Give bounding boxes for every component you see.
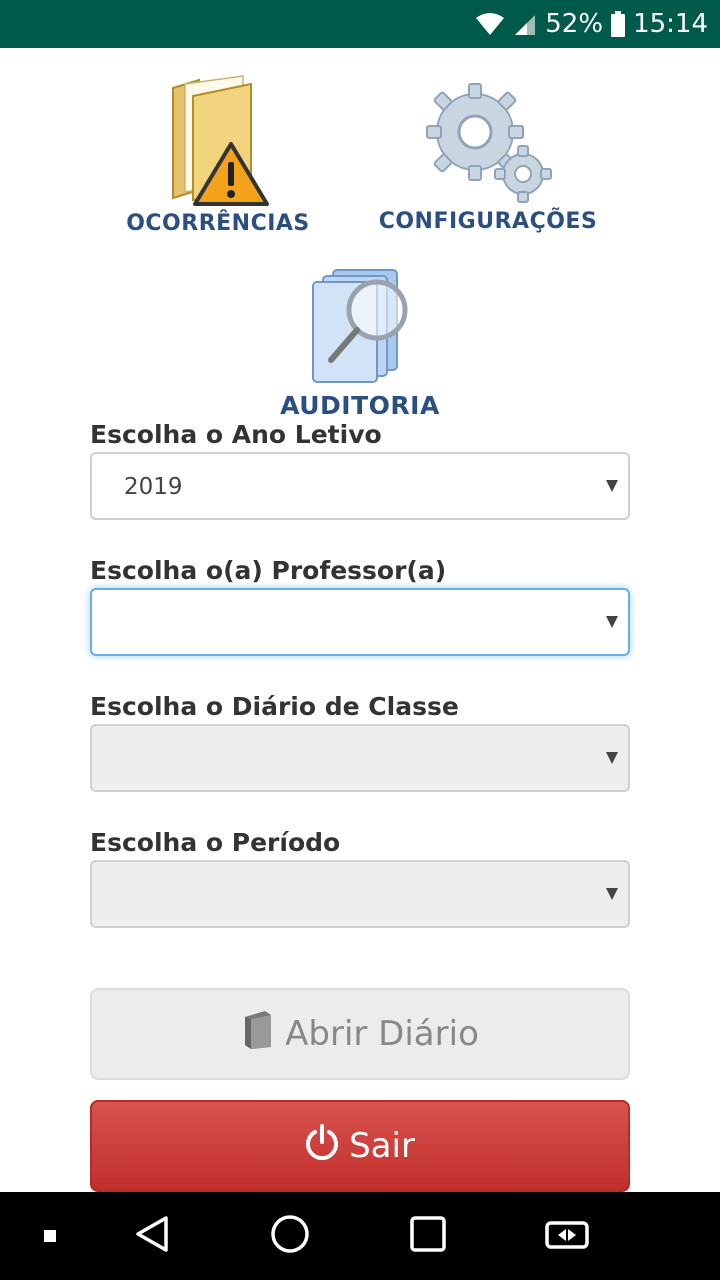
power-icon [305,1123,339,1169]
diario-select[interactable] [90,724,630,792]
battery-percent: 52% [545,9,604,39]
clock: 15:14 [633,9,708,39]
wifi-icon [475,12,505,36]
status-icons: 52% 15:14 [475,0,708,48]
periodo-label: Escolha o Período [90,828,341,857]
ano-letivo-value: 2019 [124,474,183,500]
status-bar: 52% 15:14 [0,0,720,48]
chevron-down-icon [606,752,618,764]
rotate-switch-button[interactable] [532,1192,602,1280]
magnifier-documents-icon [305,262,415,391]
home-button[interactable] [256,1192,324,1280]
abrir-diario-button[interactable]: Abrir Diário [90,988,630,1080]
chevron-down-icon [606,480,618,492]
recents-square-icon [409,1215,447,1258]
chevron-down-icon [606,616,618,628]
menu-label-configuracoes: Configurações [378,209,598,234]
sair-label: Sair [349,1126,415,1166]
cell-signal-icon [513,12,537,36]
assistant-square-icon[interactable] [20,1192,80,1280]
abrir-diario-label: Abrir Diário [285,1014,479,1054]
sair-button[interactable]: Sair [90,1100,630,1192]
ano-letivo-select[interactable]: 2019 [90,452,630,520]
professor-label: Escolha o(a) Professor(a) [90,556,447,585]
menu-label-auditoria: Auditoria [280,391,440,420]
chevron-down-icon [606,888,618,900]
battery-icon [611,11,626,37]
menu-auditoria[interactable]: Auditoria [280,262,440,420]
back-triangle-icon [134,1214,170,1259]
folder-warning-icon [163,74,273,211]
menu-ocorrencias[interactable]: Ocorrências [118,74,318,236]
periodo-select[interactable] [90,860,630,928]
navigation-bar [0,1192,720,1280]
back-button[interactable] [120,1192,184,1280]
screen-rotate-icon [544,1217,590,1256]
professor-select[interactable] [90,588,630,656]
book-icon [241,1010,275,1058]
recents-button[interactable] [396,1192,460,1280]
menu-configuracoes[interactable]: Configurações [378,80,598,234]
gears-icon [423,80,553,209]
diario-label: Escolha o Diário de Classe [90,692,459,721]
home-circle-icon [270,1214,310,1259]
ano-letivo-label: Escolha o Ano Letivo [90,420,382,449]
menu-label-ocorrencias: Ocorrências [126,211,310,236]
